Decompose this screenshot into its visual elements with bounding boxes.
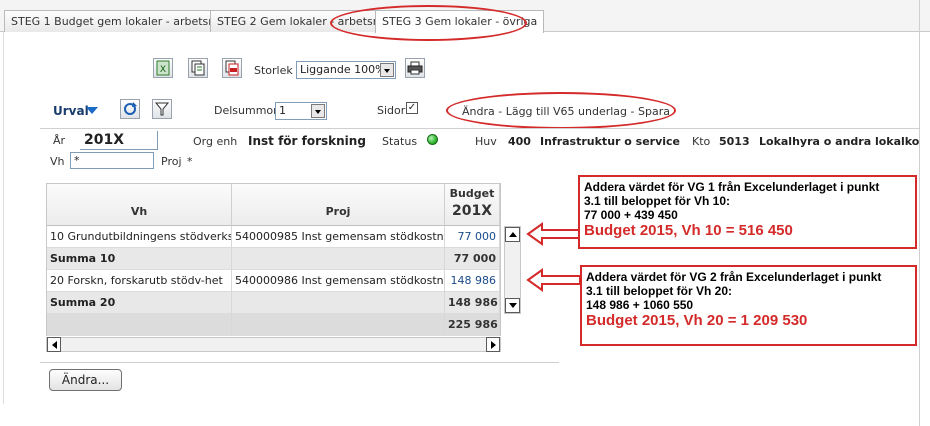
- status-indicator-icon: [427, 134, 438, 145]
- filter-icon[interactable]: [152, 99, 172, 119]
- kto-label: Kto: [692, 135, 711, 148]
- annotation-line: Addera värdet för VG 1 från Excelunderla…: [584, 180, 880, 194]
- cell-proj: [232, 314, 445, 336]
- cell-proj: [232, 248, 445, 270]
- delsummor-select[interactable]: 1: [275, 102, 327, 120]
- annotation-arrow-1: [526, 222, 581, 246]
- sidor-checkbox[interactable]: ✓: [406, 102, 418, 114]
- cell-vh: Summa 20: [47, 292, 232, 314]
- orgenh-value: Inst för forskning: [248, 134, 366, 148]
- cell-budget[interactable]: 148 986: [445, 270, 500, 292]
- chevron-down-icon[interactable]: [311, 104, 325, 118]
- tab-steg-1[interactable]: STEG 1 Budget gem lokaler - arbetsrum: [4, 10, 238, 32]
- andra-button[interactable]: Ändra...: [49, 369, 122, 391]
- budget-grid: Vh Proj Budget 201X 10 Grundutbildningen…: [46, 183, 501, 336]
- scroll-down-icon[interactable]: [505, 298, 520, 313]
- annotation-line: Addera värdet för VG 2 från Excelunderla…: [586, 270, 882, 284]
- chevron-down-icon[interactable]: [380, 63, 394, 77]
- urval-dropdown-icon[interactable]: [86, 107, 98, 114]
- table-row-total: 225 986: [47, 314, 500, 336]
- table-row[interactable]: 10 Grundutbildningens stödverksam 540000…: [47, 226, 500, 248]
- cell-proj: 540000985 Inst gemensam stödkostn GU: [232, 226, 445, 248]
- urval-label[interactable]: Urval: [53, 104, 89, 118]
- pdf-icon[interactable]: [222, 58, 242, 78]
- cell-vh: 20 Forskn, forskarutb stödv-het: [47, 270, 232, 292]
- tab-highlight-ellipse: [330, 5, 527, 41]
- excel-icon[interactable]: X: [153, 58, 173, 78]
- cell-budget: 225 986: [445, 314, 500, 336]
- ar-label: År: [53, 134, 66, 147]
- annotation-result: Budget 2015, Vh 10 = 516 450: [584, 222, 793, 239]
- cell-vh: Summa 10: [47, 248, 232, 270]
- ar-field[interactable]: 201X: [80, 131, 158, 150]
- storlek-label: Storlek: [254, 64, 293, 77]
- cell-proj: 540000986 Inst gemensam stödkostn FoU: [232, 270, 445, 292]
- status-label: Status: [382, 135, 418, 148]
- ar-value: 201X: [84, 132, 125, 148]
- table-row-summa: Summa 10 77 000: [47, 248, 500, 270]
- annotation-line: 3.1 till beloppet för Vh 10:: [584, 194, 731, 208]
- scroll-left-icon[interactable]: [47, 337, 61, 352]
- separator: [40, 128, 920, 129]
- annotation-arrow-2: [526, 268, 581, 292]
- huv-value: Infrastruktur o service: [540, 135, 681, 148]
- kto-code: 5013: [719, 135, 750, 148]
- header-budget-label: Budget: [449, 187, 495, 200]
- orgenh-label: Org enh: [193, 135, 238, 148]
- scroll-up-icon[interactable]: [505, 227, 520, 242]
- annotation-box-vh10: Addera värdet för VG 1 från Excelunderla…: [578, 175, 917, 249]
- actions-highlight-ellipse: [446, 92, 676, 129]
- table-row-summa: Summa 20 148 986: [47, 292, 500, 314]
- vh-value: *: [74, 154, 80, 167]
- storlek-select[interactable]: Liggande 100%: [296, 61, 396, 79]
- print-icon[interactable]: [405, 58, 425, 78]
- cell-budget: 77 000: [445, 248, 500, 270]
- checkmark-icon: ✓: [407, 102, 417, 113]
- svg-text:X: X: [160, 65, 166, 75]
- huv-code: 400: [508, 135, 531, 148]
- scroll-right-icon[interactable]: [486, 337, 500, 352]
- storlek-value: Liggande 100%: [300, 63, 386, 76]
- cell-vh: 10 Grundutbildningens stödverksam: [47, 226, 232, 248]
- cell-budget[interactable]: 77 000: [445, 226, 500, 248]
- annotation-line: 3.1 till beloppet för Vh 20:: [586, 284, 733, 298]
- copy-icon[interactable]: [188, 58, 208, 78]
- annotation-line: 77 000 + 439 450: [584, 208, 678, 222]
- vh-label: Vh: [50, 155, 65, 168]
- header-proj[interactable]: Proj: [232, 184, 445, 226]
- delsummor-label: Delsummor: [214, 104, 278, 117]
- right-divider: [919, 0, 920, 426]
- cell-vh: [47, 314, 232, 336]
- proj-value: *: [187, 155, 193, 168]
- sidor-label: Sidor: [377, 104, 406, 117]
- vh-input[interactable]: *: [70, 152, 154, 169]
- vertical-scrollbar[interactable]: [504, 226, 521, 314]
- cell-budget: 148 986: [445, 292, 500, 314]
- annotation-result: Budget 2015, Vh 20 = 1 209 530: [586, 312, 808, 329]
- cell-proj: [232, 292, 445, 314]
- table-row[interactable]: 20 Forskn, forskarutb stödv-het 54000098…: [47, 270, 500, 292]
- proj-label: Proj: [161, 155, 182, 168]
- header-vh[interactable]: Vh: [47, 184, 232, 226]
- header-proj-label: Proj: [325, 205, 351, 218]
- left-divider: [3, 32, 4, 404]
- delsummor-value: 1: [279, 104, 286, 117]
- panel-divider: [40, 362, 559, 363]
- header-vh-label: Vh: [130, 205, 148, 218]
- header-budget[interactable]: Budget 201X: [445, 184, 500, 226]
- horizontal-scrollbar[interactable]: [46, 337, 501, 352]
- annotation-line: 148 986 + 1060 550: [586, 298, 694, 312]
- header-budget-year: 201X: [451, 203, 493, 219]
- huv-label: Huv: [475, 135, 497, 148]
- kto-value: Lokalhyra o andra lokalkostn: [759, 135, 919, 148]
- annotation-box-vh20: Addera värdet för VG 2 från Excelunderla…: [580, 265, 917, 346]
- refresh-icon[interactable]: [120, 99, 140, 119]
